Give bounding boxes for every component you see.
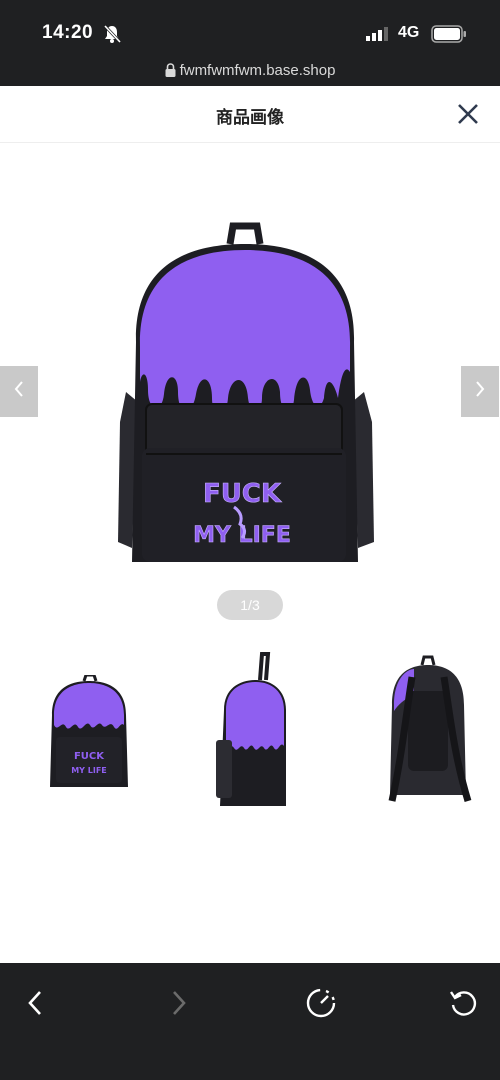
next-image-button[interactable] (461, 366, 499, 417)
speed-icon[interactable] (301, 983, 341, 1023)
url-bar[interactable]: fwmfwmfwm.base.shop (0, 62, 500, 81)
status-time: 14:20 (42, 22, 94, 43)
page-title: 商品画像 (216, 108, 284, 127)
prev-image-button[interactable] (0, 366, 38, 417)
back-icon[interactable] (16, 983, 56, 1023)
thumbnail-back[interactable] (378, 655, 478, 805)
reload-icon[interactable] (443, 983, 483, 1023)
thumbnail-front[interactable]: FUCK MY LIFE (44, 673, 134, 793)
svg-text:FUCK: FUCK (74, 751, 105, 762)
chevron-left-icon (12, 379, 26, 404)
signal-icon (366, 27, 390, 46)
status-bar: 14:20 4G fwmfwmfwm.base.shop (0, 0, 500, 86)
modal-header: 商品画像 (0, 86, 500, 143)
bag-design-text-top: FUCK (203, 479, 282, 509)
svg-text:MY LIFE: MY LIFE (71, 766, 107, 775)
mute-bell-icon (102, 24, 122, 49)
image-pager: 1/3 (217, 590, 283, 620)
browser-toolbar (0, 963, 500, 1080)
thumbnail-side[interactable] (210, 650, 292, 812)
close-icon[interactable] (454, 100, 482, 128)
chevron-right-icon (473, 379, 487, 404)
battery-icon (431, 25, 467, 48)
lock-icon (165, 63, 176, 81)
network-type: 4G (398, 24, 420, 41)
url-text: fwmfwmfwm.base.shop (179, 62, 336, 79)
main-product-image: FUCK MY LIFE (112, 222, 378, 582)
forward-icon[interactable] (158, 983, 198, 1023)
